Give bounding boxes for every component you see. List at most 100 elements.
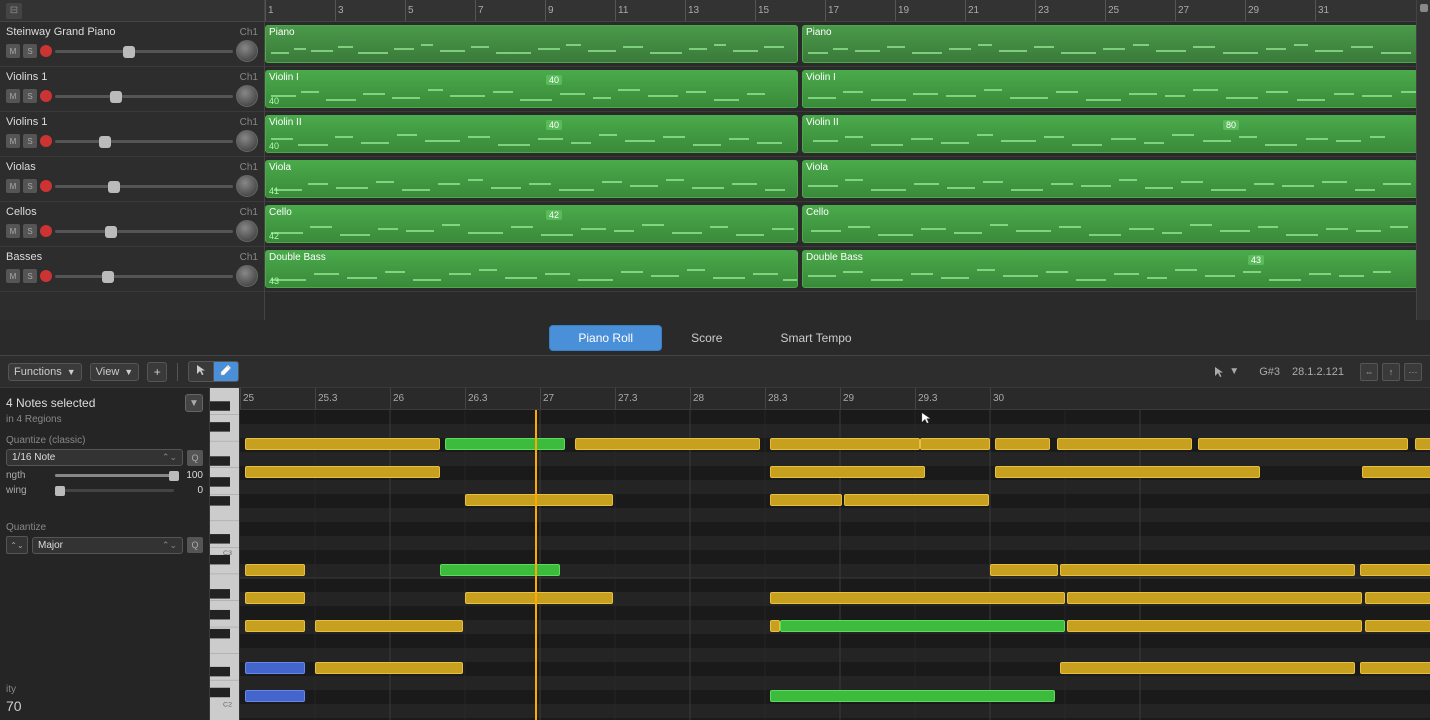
note-y7[interactable] — [1198, 438, 1408, 450]
track-fader-thumb-piano[interactable] — [123, 46, 135, 58]
t3-thumb[interactable] — [99, 136, 111, 148]
note-r6-1[interactable] — [245, 620, 305, 632]
scale-control[interactable]: Major ⌃⌄ — [32, 537, 183, 554]
note-g1[interactable] — [445, 438, 565, 450]
t4-thumb[interactable] — [108, 181, 120, 193]
note-r2-4[interactable] — [1362, 466, 1430, 478]
t5-thumb[interactable] — [105, 226, 117, 238]
note-value-control[interactable]: 1/16 Note ⌃⌄ — [6, 449, 183, 466]
note-b2[interactable] — [245, 690, 305, 702]
region-piano-2[interactable]: Piano — [802, 25, 1418, 63]
scroll-thumb-arr[interactable] — [1420, 4, 1428, 12]
t3-m[interactable]: M — [6, 134, 20, 148]
note-r7-2[interactable] — [315, 662, 463, 674]
note-r4-1[interactable] — [245, 564, 305, 576]
track-solo-piano[interactable]: S — [23, 44, 37, 58]
t6-fader[interactable] — [55, 275, 233, 278]
t6-s[interactable]: S — [23, 269, 37, 283]
note-r6-5[interactable] — [1067, 620, 1362, 632]
note-r4-5[interactable] — [1360, 564, 1430, 576]
note-r7-4[interactable] — [1360, 662, 1430, 674]
region-violin2-1[interactable]: Violin II 40 40 — [265, 115, 798, 153]
scale-step-control[interactable]: ⌃⌄ — [6, 536, 28, 554]
note-y5[interactable] — [995, 438, 1050, 450]
more-icon[interactable]: ··· — [1404, 363, 1422, 381]
note-g7[interactable] — [770, 690, 1055, 702]
length-thumb[interactable] — [169, 471, 179, 481]
region-cello-2[interactable]: Cello — [802, 205, 1418, 243]
q-button[interactable]: Q — [187, 450, 203, 466]
track-knob-piano[interactable] — [236, 40, 258, 62]
t3-knob[interactable] — [236, 130, 258, 152]
note-r4-3[interactable] — [990, 564, 1058, 576]
cursor-tool[interactable] — [189, 362, 214, 381]
t6-knob[interactable] — [236, 265, 258, 287]
note-y4[interactable] — [920, 438, 990, 450]
t5-s[interactable]: S — [23, 224, 37, 238]
t2-knob[interactable] — [236, 85, 258, 107]
t4-r[interactable] — [40, 180, 52, 192]
region-violin1-2[interactable]: Violin I — [802, 70, 1418, 108]
note-r5-4[interactable] — [1067, 592, 1362, 604]
t2-thumb[interactable] — [110, 91, 122, 103]
note-r5-3[interactable] — [770, 592, 1065, 604]
region-violin2-2[interactable]: Violin II 80 — [802, 115, 1418, 153]
note-r6-6[interactable] — [1365, 620, 1430, 632]
note-y8[interactable] — [1415, 438, 1430, 450]
note-r3-3[interactable] — [844, 494, 989, 506]
scale-q-button[interactable]: Q — [187, 537, 203, 553]
region-violin1-1[interactable]: Violin I 40 40 — [265, 70, 798, 108]
note-y1[interactable] — [245, 438, 440, 450]
t4-s[interactable]: S — [23, 179, 37, 193]
t2-fader[interactable] — [55, 95, 233, 98]
t6-thumb[interactable] — [102, 271, 114, 283]
note-r7-3[interactable] — [1060, 662, 1355, 674]
up-arrow-icon[interactable]: ↑ — [1382, 363, 1400, 381]
arrangement-scrollbar[interactable] — [1416, 0, 1430, 320]
t6-r[interactable] — [40, 270, 52, 282]
t2-r[interactable] — [40, 90, 52, 102]
note-r2-1[interactable] — [245, 466, 440, 478]
region-piano-1[interactable]: Piano — [265, 25, 798, 63]
note-r4-2[interactable] — [440, 564, 560, 576]
note-r3-1[interactable] — [465, 494, 613, 506]
note-y6[interactable] — [1057, 438, 1192, 450]
note-r2-3[interactable] — [995, 466, 1260, 478]
view-dropdown[interactable]: View ▼ — [90, 363, 140, 381]
t5-r[interactable] — [40, 225, 52, 237]
note-r4-4[interactable] — [1060, 564, 1355, 576]
pencil-tool[interactable] — [214, 362, 238, 381]
track-mute-piano[interactable]: M — [6, 44, 20, 58]
t5-fader[interactable] — [55, 230, 233, 233]
note-r5-2[interactable] — [465, 592, 613, 604]
track-fader-piano[interactable] — [55, 50, 233, 53]
note-r5-1[interactable] — [245, 592, 305, 604]
add-button[interactable]: + — [147, 362, 167, 382]
selection-collapse[interactable]: ▼ — [185, 394, 203, 412]
note-y3[interactable] — [770, 438, 920, 450]
t6-m[interactable]: M — [6, 269, 20, 283]
t3-s[interactable]: S — [23, 134, 37, 148]
region-viola-1[interactable]: Viola 41 — [265, 160, 798, 198]
note-r6-3[interactable] — [770, 620, 780, 632]
region-cello-1[interactable]: Cello 42 42 — [265, 205, 798, 243]
note-b1[interactable] — [245, 662, 305, 674]
tab-piano-roll[interactable]: Piano Roll — [549, 325, 662, 351]
region-bass-2[interactable]: Double Bass 43 — [802, 250, 1418, 288]
track-rec-piano[interactable] — [40, 45, 52, 57]
tab-score[interactable]: Score — [662, 325, 751, 351]
length-slider[interactable] — [55, 474, 174, 477]
t3-r[interactable] — [40, 135, 52, 147]
tab-smart-tempo[interactable]: Smart Tempo — [751, 325, 880, 351]
swing-slider[interactable] — [55, 489, 174, 492]
note-r6-4[interactable] — [780, 620, 1065, 632]
note-r2-2[interactable] — [770, 466, 925, 478]
t2-m[interactable]: M — [6, 89, 20, 103]
t5-m[interactable]: M — [6, 224, 20, 238]
fit-icon[interactable]: ⇔ — [1360, 363, 1378, 381]
t3-fader[interactable] — [55, 140, 233, 143]
note-r5-5[interactable] — [1365, 592, 1430, 604]
note-r6-2[interactable] — [315, 620, 463, 632]
note-y2[interactable] — [575, 438, 760, 450]
swing-thumb[interactable] — [55, 486, 65, 496]
